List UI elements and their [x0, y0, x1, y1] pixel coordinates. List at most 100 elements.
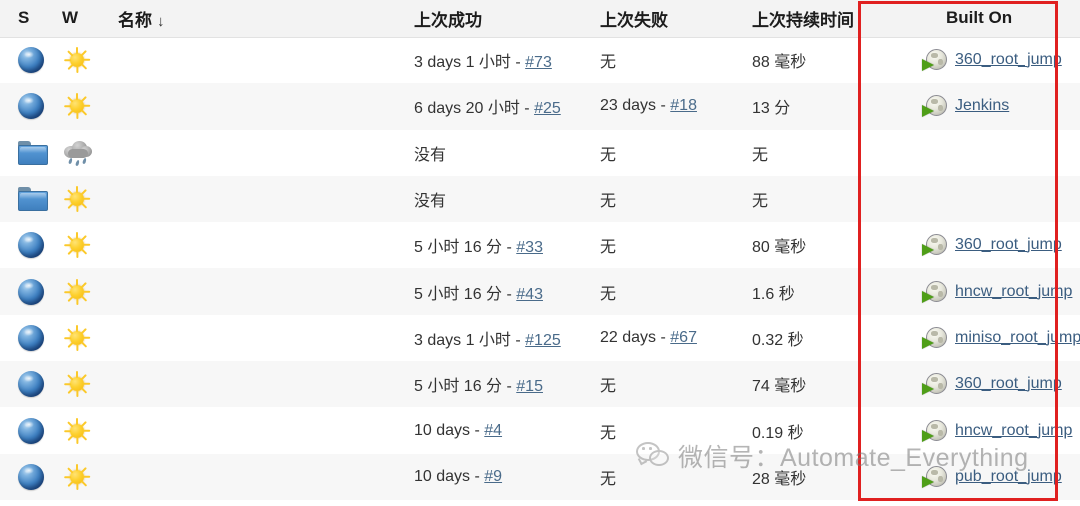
last-success-text: 6 days 20 小时 -	[414, 100, 535, 118]
built-on-node-link[interactable]: miniso_root_jump2	[955, 329, 1080, 346]
cell-built-on: hncw_root_jump	[904, 268, 1080, 314]
built-on-node-link[interactable]: hncw_root_jump	[955, 283, 1072, 300]
cell-built-on: miniso_root_jump2	[904, 315, 1080, 361]
cell-last-duration: 0.32 秒	[752, 331, 804, 349]
node-computer-icon	[922, 94, 948, 118]
cell-last-duration: 无	[752, 193, 769, 211]
cell-last-success: 5 小时 16 分 - #43	[400, 268, 590, 314]
last-success-build-link[interactable]: #9	[484, 468, 502, 485]
blue-ball-icon	[18, 324, 44, 351]
cell-name[interactable]	[104, 407, 400, 453]
header-row: S W 名称 ↓ 上次成功 上次失败 上次持续时间 Built On	[0, 0, 1080, 38]
table-row[interactable]: 10 days - #9 无 28 毫秒 pub_root_jump	[0, 453, 1080, 500]
column-header-built-on[interactable]: Built On	[904, 0, 1080, 38]
rainy-icon	[62, 139, 94, 167]
column-header-status[interactable]: S	[0, 0, 52, 38]
last-failure-text: 无	[600, 193, 617, 211]
cell-weather	[52, 315, 104, 361]
cell-status[interactable]	[0, 268, 52, 314]
cell-name[interactable]	[104, 176, 400, 222]
cell-built-on: pub_root_jump	[904, 454, 1080, 500]
cell-status[interactable]	[0, 361, 52, 407]
table-row[interactable]: 5 小时 16 分 - #15 无 74 毫秒 360_root_jump	[0, 361, 1080, 408]
last-failure-build-link[interactable]: #18	[670, 97, 697, 114]
cell-last-success: 10 days - #9	[400, 454, 590, 500]
cell-status[interactable]	[0, 407, 52, 453]
cell-last-failure: 无	[590, 37, 742, 83]
last-failure-text: 无	[600, 54, 617, 72]
built-on-node-link[interactable]: 360_root_jump	[955, 51, 1062, 68]
cell-name[interactable]	[104, 130, 400, 176]
cell-status[interactable]	[0, 315, 52, 361]
node-computer-icon	[922, 280, 948, 304]
table-header: S W 名称 ↓ 上次成功 上次失败 上次持续时间 Built On	[0, 0, 1080, 38]
column-header-last-success[interactable]: 上次成功	[400, 0, 590, 38]
cell-last-failure: 无	[590, 361, 742, 407]
last-success-build-link[interactable]: #43	[516, 286, 543, 303]
table-row[interactable]: 3 days 1 小时 - #125 22 days - #67 0.32 秒 min…	[0, 314, 1080, 362]
cell-last-failure: 无	[590, 454, 742, 500]
cell-last-failure: 22 days - #67	[590, 315, 742, 361]
column-header-built-on-label: Built On	[946, 8, 1013, 28]
cell-status[interactable]	[0, 130, 52, 176]
last-success-build-link[interactable]: #125	[525, 332, 561, 349]
built-on-node-link[interactable]: pub_root_jump	[955, 468, 1062, 485]
table-row[interactable]: 5 小时 16 分 - #33 无 80 毫秒 360_root_jump	[0, 222, 1080, 269]
cell-last-success: 没有	[400, 176, 590, 222]
last-success-text: 10 days -	[414, 421, 485, 439]
sunny-icon	[62, 184, 92, 214]
last-success-build-link[interactable]: #25	[534, 100, 561, 117]
last-failure-text: 22 days -	[600, 328, 671, 346]
table-row[interactable]: 没有 无 无	[0, 175, 1080, 223]
last-success-build-link[interactable]: #15	[516, 378, 543, 395]
table-row[interactable]: 5 小时 16 分 - #43 无 1.6 秒 hncw_root_jump	[0, 268, 1080, 315]
table-row[interactable]: 3 days 1 小时 - #73 无 88 毫秒 360_root_jump	[0, 37, 1080, 84]
sunny-icon	[62, 462, 92, 492]
cell-name[interactable]	[104, 37, 400, 83]
sunny-icon	[62, 45, 92, 75]
table-row[interactable]: 没有 无 无	[0, 129, 1080, 176]
cell-status[interactable]	[0, 176, 52, 222]
sort-descending-icon[interactable]: ↓	[157, 13, 165, 30]
last-failure-text: 无	[600, 470, 617, 488]
column-header-last-duration[interactable]: 上次持续时间	[742, 0, 904, 38]
last-failure-text: 无	[600, 285, 617, 303]
cell-status[interactable]	[0, 222, 52, 268]
cell-status[interactable]	[0, 83, 52, 129]
cell-weather	[52, 268, 104, 314]
sunny-icon	[62, 323, 92, 353]
column-header-status-label: S	[18, 8, 30, 28]
last-success-text: 5 小时 16 分 -	[414, 239, 517, 257]
column-header-name[interactable]: 名称 ↓	[104, 0, 400, 38]
column-header-last-failure[interactable]: 上次失败	[590, 0, 742, 38]
sunny-icon	[62, 416, 92, 446]
blue-ball-icon	[18, 463, 44, 490]
last-success-build-link[interactable]: #33	[516, 239, 543, 256]
table-row[interactable]: 6 days 20 小时 - #25 23 days - #18 13 分 Jenki…	[0, 83, 1080, 130]
last-failure-build-link[interactable]: #67	[670, 329, 697, 346]
cell-name[interactable]	[104, 361, 400, 407]
cell-last-success: 3 days 1 小时 - #73	[400, 37, 590, 83]
column-header-weather-label: W	[62, 8, 79, 28]
node-computer-icon	[922, 465, 948, 489]
cell-last-failure: 无	[590, 268, 742, 314]
cell-name[interactable]	[104, 222, 400, 268]
last-success-text: 5 小时 16 分 -	[414, 285, 517, 303]
built-on-node-link[interactable]: 360_root_jump	[955, 375, 1062, 392]
last-success-build-link[interactable]: #73	[525, 54, 552, 71]
cell-name[interactable]	[104, 454, 400, 500]
cell-last-duration: 1.6 秒	[752, 285, 795, 303]
cell-weather	[52, 130, 104, 176]
table-row[interactable]: 10 days - #4 无 0.19 秒 hncw_root_jump	[0, 407, 1080, 454]
built-on-node-link[interactable]: hncw_root_jump	[955, 422, 1072, 439]
cell-name[interactable]	[104, 83, 400, 129]
built-on-node-link[interactable]: 360_root_jump	[955, 236, 1062, 253]
cell-name[interactable]	[104, 315, 400, 361]
last-success-build-link[interactable]: #4	[484, 422, 502, 439]
last-success-text: 3 days 1 小时 -	[414, 54, 526, 72]
cell-status[interactable]	[0, 454, 52, 500]
column-header-weather[interactable]: W	[52, 0, 104, 38]
cell-status[interactable]	[0, 37, 52, 83]
cell-name[interactable]	[104, 268, 400, 314]
built-on-node-link[interactable]: Jenkins	[955, 97, 1009, 114]
